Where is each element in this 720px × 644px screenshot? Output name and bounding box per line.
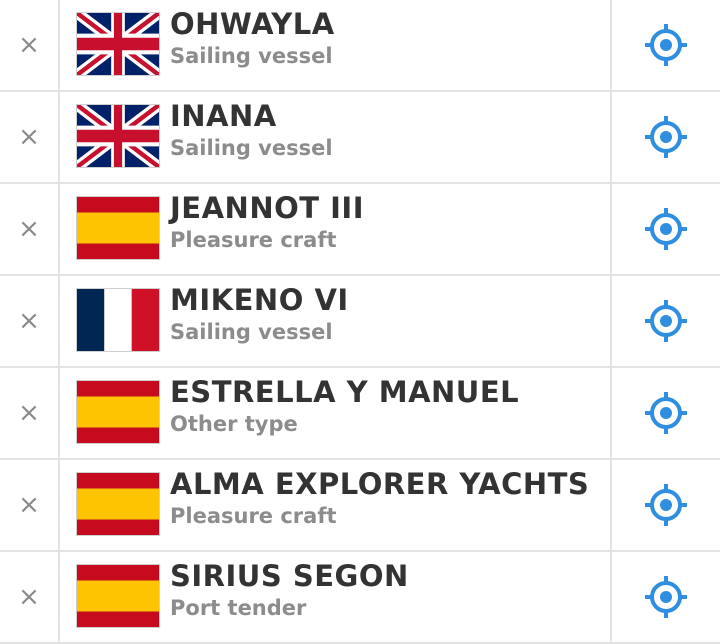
spain-flag-icon xyxy=(76,196,160,260)
crosshair-icon[interactable] xyxy=(644,575,688,619)
uk-flag-icon xyxy=(76,12,160,76)
vessel-info[interactable]: ESTRELLA Y MANUEL Other type xyxy=(60,368,610,458)
crosshair-icon[interactable] xyxy=(644,299,688,343)
vessel-name: MIKENO VI xyxy=(170,283,349,317)
vessel-name: INANA xyxy=(170,99,277,133)
remove-button[interactable]: × xyxy=(0,184,60,274)
locate-button[interactable] xyxy=(610,552,720,642)
france-flag-icon xyxy=(76,288,160,352)
locate-button[interactable] xyxy=(610,276,720,366)
crosshair-icon[interactable] xyxy=(644,483,688,527)
spain-flag-icon xyxy=(76,564,160,628)
vessel-info[interactable]: OHWAYLA Sailing vessel xyxy=(60,0,610,90)
vessel-info[interactable]: JEANNOT III Pleasure craft xyxy=(60,184,610,274)
locate-button[interactable] xyxy=(610,368,720,458)
close-icon[interactable]: × xyxy=(18,308,40,334)
vessel-row[interactable]: × ESTRELLA Y MANUEL Other type xyxy=(0,368,720,460)
vessel-name: SIRIUS SEGON xyxy=(170,559,409,593)
vessel-type: Pleasure craft xyxy=(170,228,337,252)
vessel-list: × OHWAYLA Sailing vessel × INANA Sailing… xyxy=(0,0,720,644)
spain-flag-icon xyxy=(76,472,160,536)
vessel-row[interactable]: × OHWAYLA Sailing vessel xyxy=(0,0,720,92)
vessel-type: Port tender xyxy=(170,596,307,620)
vessel-name: ALMA EXPLORER YACHTS xyxy=(170,467,590,501)
crosshair-icon[interactable] xyxy=(644,391,688,435)
vessel-name: OHWAYLA xyxy=(170,7,335,41)
vessel-type: Sailing vessel xyxy=(170,44,333,68)
vessel-name: ESTRELLA Y MANUEL xyxy=(170,375,520,409)
vessel-info[interactable]: SIRIUS SEGON Port tender xyxy=(60,552,610,642)
locate-button[interactable] xyxy=(610,184,720,274)
spain-flag-icon xyxy=(76,380,160,444)
close-icon[interactable]: × xyxy=(18,492,40,518)
locate-button[interactable] xyxy=(610,460,720,550)
vessel-type: Sailing vessel xyxy=(170,136,333,160)
remove-button[interactable]: × xyxy=(0,460,60,550)
close-icon[interactable]: × xyxy=(18,32,40,58)
vessel-type: Pleasure craft xyxy=(170,504,337,528)
vessel-row[interactable]: × JEANNOT III Pleasure craft xyxy=(0,184,720,276)
crosshair-icon[interactable] xyxy=(644,23,688,67)
vessel-info[interactable]: MIKENO VI Sailing vessel xyxy=(60,276,610,366)
locate-button[interactable] xyxy=(610,0,720,90)
uk-flag-icon xyxy=(76,104,160,168)
locate-button[interactable] xyxy=(610,92,720,182)
vessel-type: Other type xyxy=(170,412,298,436)
crosshair-icon[interactable] xyxy=(644,115,688,159)
vessel-row[interactable]: × ALMA EXPLORER YACHTS Pleasure craft xyxy=(0,460,720,552)
vessel-name: JEANNOT III xyxy=(170,191,364,225)
vessel-row[interactable]: × MIKENO VI Sailing vessel xyxy=(0,276,720,368)
close-icon[interactable]: × xyxy=(18,400,40,426)
close-icon[interactable]: × xyxy=(18,584,40,610)
vessel-info[interactable]: ALMA EXPLORER YACHTS Pleasure craft xyxy=(60,460,610,550)
close-icon[interactable]: × xyxy=(18,124,40,150)
remove-button[interactable]: × xyxy=(0,368,60,458)
remove-button[interactable]: × xyxy=(0,92,60,182)
vessel-info[interactable]: INANA Sailing vessel xyxy=(60,92,610,182)
vessel-type: Sailing vessel xyxy=(170,320,333,344)
vessel-row[interactable]: × SIRIUS SEGON Port tender xyxy=(0,552,720,644)
close-icon[interactable]: × xyxy=(18,216,40,242)
vessel-row[interactable]: × INANA Sailing vessel xyxy=(0,92,720,184)
remove-button[interactable]: × xyxy=(0,552,60,642)
crosshair-icon[interactable] xyxy=(644,207,688,251)
remove-button[interactable]: × xyxy=(0,0,60,90)
remove-button[interactable]: × xyxy=(0,276,60,366)
